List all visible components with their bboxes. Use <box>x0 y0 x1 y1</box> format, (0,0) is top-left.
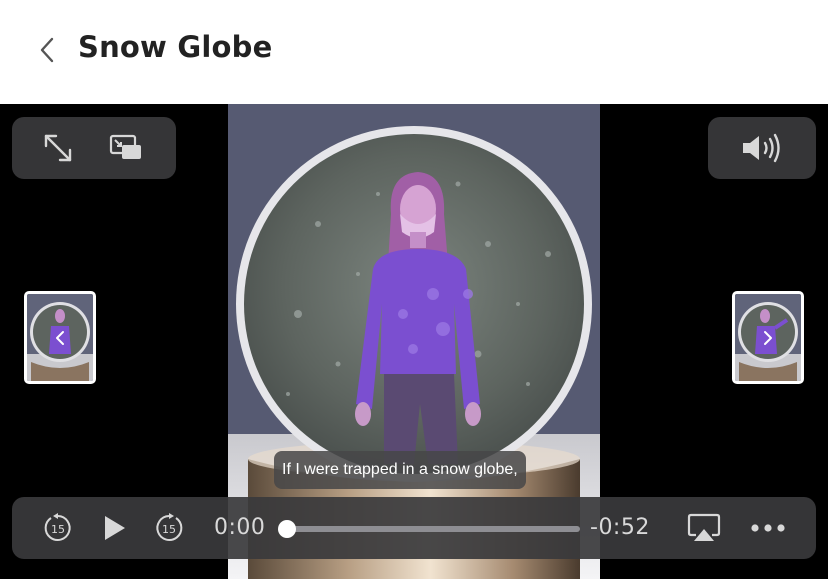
fullscreen-button[interactable] <box>38 129 78 167</box>
airplay-button[interactable] <box>684 509 724 547</box>
header-bar: Snow Globe <box>0 0 828 104</box>
skip-forward-15-icon: 15 <box>156 513 183 541</box>
skip-back-button[interactable]: 15 <box>40 510 76 546</box>
top-right-controls <box>708 117 816 179</box>
next-video-thumbnail[interactable] <box>732 291 804 384</box>
progress-bar[interactable] <box>278 520 580 538</box>
top-left-controls <box>12 117 176 179</box>
skip-forward-button[interactable]: 15 <box>151 510 187 546</box>
picture-in-picture-button[interactable] <box>104 129 148 167</box>
elapsed-time: 0:00 <box>214 515 266 540</box>
previous-video-thumbnail[interactable] <box>24 291 96 384</box>
chevron-left-icon <box>56 330 64 345</box>
play-button[interactable] <box>96 510 132 546</box>
subtitle-caption: If I were trapped in a snow globe, <box>274 451 526 489</box>
speaker-volume-icon <box>743 133 780 163</box>
playback-controls: 15 15 0:00 -0:52 <box>12 497 816 559</box>
more-options-button[interactable] <box>746 511 790 545</box>
video-stage: If I were trapped in a snow globe, 15 15… <box>0 104 828 579</box>
play-icon <box>105 516 125 540</box>
next-arrow <box>735 294 801 381</box>
airplay-icon <box>687 513 721 541</box>
back-button[interactable] <box>30 32 64 68</box>
more-ellipsis-icon <box>751 524 785 532</box>
chevron-left-icon <box>40 37 54 63</box>
expand-arrows-icon <box>44 134 72 162</box>
page-title: Snow Globe <box>78 30 273 64</box>
skip-back-seconds: 15 <box>51 523 65 536</box>
skip-back-15-icon: 15 <box>44 513 71 541</box>
skip-forward-seconds: 15 <box>162 523 176 536</box>
previous-arrow <box>27 294 93 381</box>
volume-button[interactable] <box>736 129 788 167</box>
progress-scrubber[interactable] <box>278 520 296 538</box>
picture-in-picture-icon <box>109 134 141 159</box>
chevron-right-icon <box>764 330 772 345</box>
remaining-time: -0:52 <box>590 515 650 540</box>
